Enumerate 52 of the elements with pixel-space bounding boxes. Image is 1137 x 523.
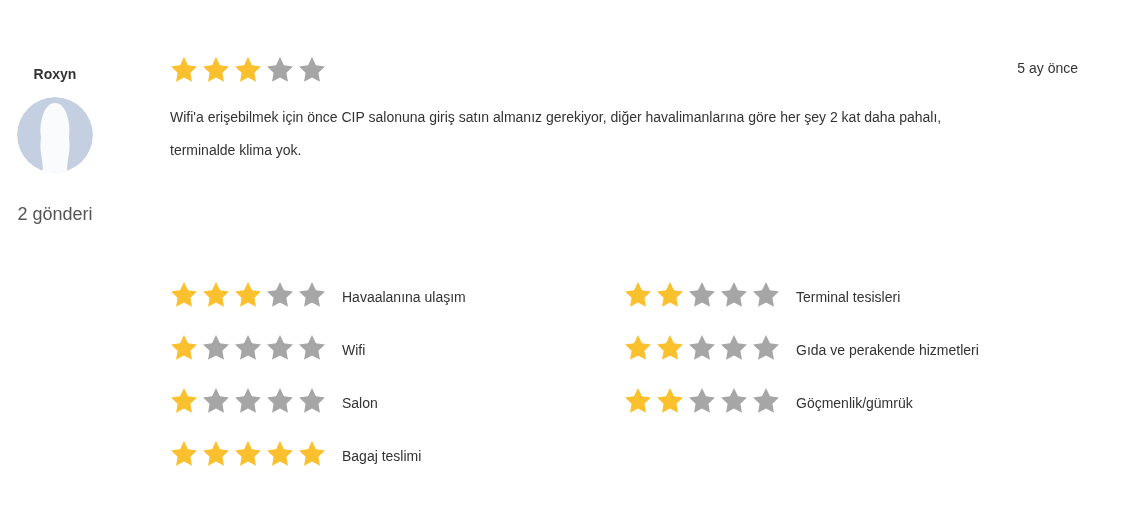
review-date: 5 ay önce [1017,59,1078,78]
reviewer-name: Roxyn [33,65,77,84]
star-icon [234,334,262,361]
star-icon [266,387,294,414]
rating-category: Wifi [342,341,366,360]
star-icon [298,56,326,83]
star-icon [720,334,748,361]
star-icon [202,56,230,83]
star-icon [234,387,262,414]
star-icon [656,387,684,414]
rating-category: Göçmenlik/gümrük [796,394,913,413]
star-icon [170,387,198,414]
star-icon [624,281,652,308]
star-icon [720,387,748,414]
star-icon [688,387,716,414]
avatar-icon [17,97,93,173]
star-icon [266,281,294,308]
star-icon [752,281,780,308]
star-icon [234,281,262,308]
rating-category: Gıda ve perakende hizmetleri [796,341,979,360]
star-icon [624,387,652,414]
rating-category: Bagaj teslimi [342,447,422,466]
rating-category: Salon [342,394,378,413]
star-icon [298,334,326,361]
review-text: Wifi'a erişebilmek için önce CIP salonuna giriş satın almanız gerekiyor, diğer havalimanlarına göre her şey 2 kat daha pahalı, terminalde klima yok. [170,108,943,160]
star-icon [266,440,294,467]
star-icon [202,387,230,414]
rating-category: Terminal tesisleri [796,288,901,307]
star-icon [752,387,780,414]
star-icon [656,281,684,308]
star-icon [202,281,230,308]
star-icon [170,56,198,83]
star-icon [688,281,716,308]
post-count: 2 gönderi [17,203,93,226]
star-icon [202,440,230,467]
star-icon [298,440,326,467]
star-icon [234,440,262,467]
star-icon [624,334,652,361]
rating-category: Havaalanına ulaşım [342,288,466,307]
star-icon [656,334,684,361]
star-icon [752,334,780,361]
star-icon [298,281,326,308]
star-icon [202,334,230,361]
star-icon [170,281,198,308]
star-icon [170,440,198,467]
star-icon [298,387,326,414]
star-icon [234,56,262,83]
star-icon [266,56,294,83]
star-icon [170,334,198,361]
star-icon [688,334,716,361]
star-icon [266,334,294,361]
star-icon [720,281,748,308]
